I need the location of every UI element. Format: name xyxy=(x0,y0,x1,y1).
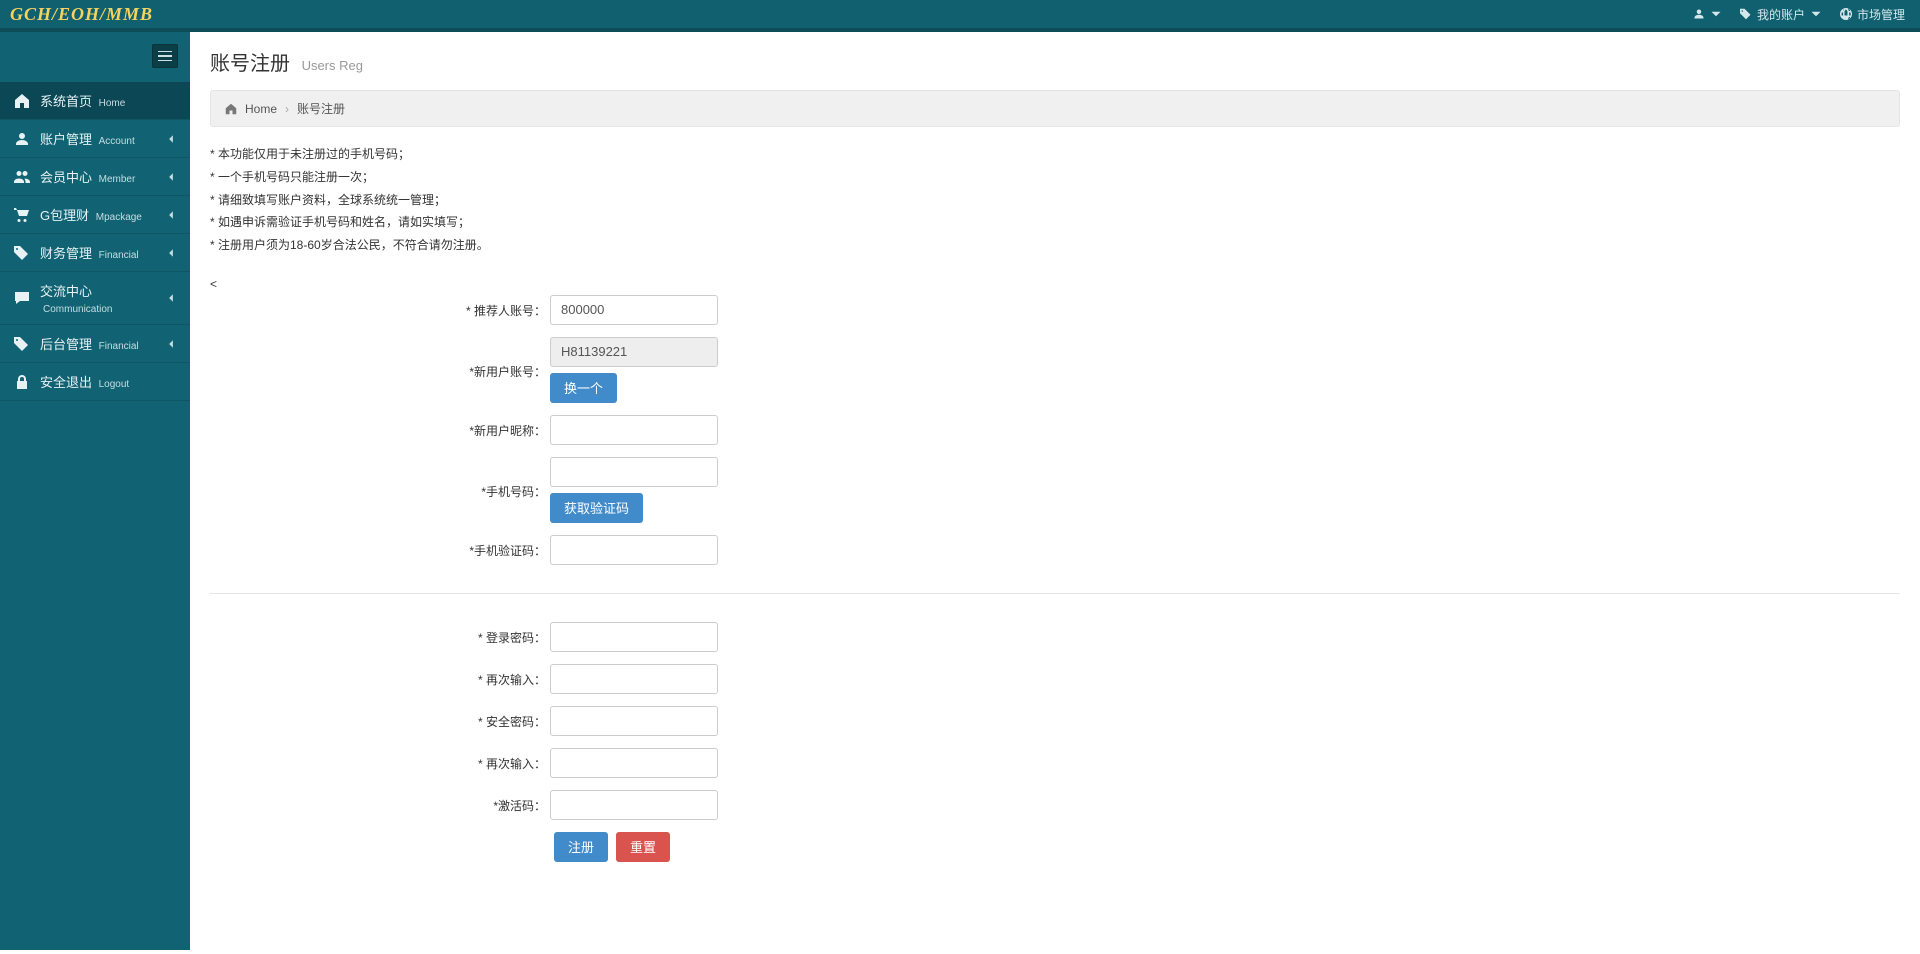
page-title: 账号注册 Users Reg xyxy=(210,47,1900,76)
input-referrer[interactable] xyxy=(550,295,718,325)
note-line: * 请细致填写账户资料，全球系统统一管理； xyxy=(210,189,1900,212)
globe-icon xyxy=(1840,8,1852,20)
input-safe-pwd2[interactable] xyxy=(550,748,718,778)
sidebar-item-label: 会员中心 Member xyxy=(40,167,166,186)
sidebar-item-3[interactable]: G包理财 Mpackage xyxy=(0,196,190,234)
topbar-right: 我的账户 市场管理 xyxy=(1693,6,1905,23)
tags-icon xyxy=(1740,8,1752,20)
chevron-left-icon xyxy=(166,172,176,182)
note-line: * 本功能仅用于未注册过的手机号码； xyxy=(210,143,1900,166)
page-subtitle: Users Reg xyxy=(302,58,363,73)
users-icon xyxy=(14,169,30,185)
label-phone-code: *手机验证码： xyxy=(210,535,550,559)
breadcrumb-separator: › xyxy=(285,102,289,116)
label-login-pwd: * 登录密码： xyxy=(210,622,550,646)
market-management-link[interactable]: 市场管理 xyxy=(1840,6,1905,23)
submit-button[interactable]: 注册 xyxy=(554,832,608,862)
input-nickname[interactable] xyxy=(550,415,718,445)
label-nickname: *新用户昵称： xyxy=(210,415,550,439)
sidebar-item-label: 系统首页 Home xyxy=(40,91,176,110)
tags-icon xyxy=(14,336,30,352)
row-login-pwd: * 登录密码： xyxy=(210,622,1900,652)
menu-toggle-wrap xyxy=(0,32,190,82)
stray-text: < xyxy=(210,277,1900,291)
input-login-pwd2[interactable] xyxy=(550,664,718,694)
row-referrer: * 推荐人账号： xyxy=(210,295,1900,325)
input-phone[interactable] xyxy=(550,457,718,487)
row-nickname: *新用户昵称： xyxy=(210,415,1900,445)
my-account-menu[interactable]: 我的账户 xyxy=(1740,6,1822,23)
sidebar-item-7[interactable]: 安全退出 Logout xyxy=(0,363,190,401)
cart-icon xyxy=(14,207,30,223)
row-phone: *手机号码： 获取验证码 xyxy=(210,457,1900,523)
chat-icon xyxy=(14,290,30,306)
change-account-button[interactable]: 换一个 xyxy=(550,373,617,403)
sidebar-nav: 系统首页 Home 账户管理 Account 会员中心 Member G包理财 Mpa… xyxy=(0,82,190,401)
input-new-account xyxy=(550,337,718,367)
market-mgmt-label: 市场管理 xyxy=(1857,6,1905,23)
row-activation: *激活码： xyxy=(210,790,1900,820)
sidebar-item-label: G包理财 Mpackage xyxy=(40,205,166,224)
chevron-left-icon xyxy=(166,210,176,220)
note-line: * 一个手机号码只能注册一次； xyxy=(210,166,1900,189)
sidebar-item-label: 安全退出 Logout xyxy=(40,372,176,391)
sidebar-item-4[interactable]: 财务管理 Financial xyxy=(0,234,190,272)
sidebar-item-label: 账户管理 Account xyxy=(40,129,166,148)
note-line: * 注册用户须为18-60岁合法公民，不符合请勿注册。 xyxy=(210,234,1900,257)
main-content: 账号注册 Users Reg Home › 账号注册 * 本功能仅用于未注册过的… xyxy=(190,32,1920,950)
sidebar-item-2[interactable]: 会员中心 Member xyxy=(0,158,190,196)
chevron-down-icon xyxy=(1710,8,1722,20)
row-safe-pwd2: * 再次输入： xyxy=(210,748,1900,778)
user-icon xyxy=(1693,8,1705,20)
menu-toggle-button[interactable] xyxy=(152,44,178,68)
sidebar-item-6[interactable]: 后台管理 Financial xyxy=(0,325,190,363)
breadcrumb-home[interactable]: Home xyxy=(245,102,277,116)
chevron-left-icon xyxy=(166,248,176,258)
notes-block: * 本功能仅用于未注册过的手机号码；* 一个手机号码只能注册一次；* 请细致填写… xyxy=(210,143,1900,257)
my-account-label: 我的账户 xyxy=(1757,6,1805,23)
sidebar-item-label: 财务管理 Financial xyxy=(40,243,166,262)
label-safe-pwd: * 安全密码： xyxy=(210,706,550,730)
top-navbar: GCH/EOH/MMB 我的账户 市场管理 xyxy=(0,0,1920,32)
note-line: * 如遇申诉需验证手机号码和姓名，请如实填写； xyxy=(210,211,1900,234)
user-icon xyxy=(14,131,30,147)
row-phone-code: *手机验证码： xyxy=(210,535,1900,565)
input-login-pwd[interactable] xyxy=(550,622,718,652)
sidebar-item-0[interactable]: 系统首页 Home xyxy=(0,82,190,120)
label-phone: *手机号码： xyxy=(210,457,550,500)
user-menu[interactable] xyxy=(1693,8,1722,20)
label-new-account: *新用户账号： xyxy=(210,337,550,380)
sidebar-item-label: 交流中心 Communication xyxy=(40,281,166,315)
lock-icon xyxy=(14,374,30,390)
chevron-left-icon xyxy=(166,339,176,349)
label-safe-pwd2: * 再次输入： xyxy=(210,748,550,772)
chevron-down-icon xyxy=(1810,8,1822,20)
brand-logo: GCH/EOH/MMB xyxy=(10,4,153,25)
reset-button[interactable]: 重置 xyxy=(616,832,670,862)
sidebar-item-5[interactable]: 交流中心 Communication xyxy=(0,272,190,325)
breadcrumb-current: 账号注册 xyxy=(297,100,345,117)
tags-icon xyxy=(14,245,30,261)
breadcrumb: Home › 账号注册 xyxy=(210,90,1900,127)
chevron-left-icon xyxy=(166,293,176,303)
sidebar-item-label: 后台管理 Financial xyxy=(40,334,166,353)
input-safe-pwd[interactable] xyxy=(550,706,718,736)
label-activation: *激活码： xyxy=(210,790,550,814)
sidebar: 系统首页 Home 账户管理 Account 会员中心 Member G包理财 Mpa… xyxy=(0,32,190,950)
get-code-button[interactable]: 获取验证码 xyxy=(550,493,643,523)
label-login-pwd2: * 再次输入： xyxy=(210,664,550,688)
form-actions: 注册 重置 xyxy=(554,832,1900,862)
home-icon xyxy=(225,103,237,115)
page-title-text: 账号注册 xyxy=(210,53,290,75)
chevron-left-icon xyxy=(166,134,176,144)
input-phone-code[interactable] xyxy=(550,535,718,565)
input-activation[interactable] xyxy=(550,790,718,820)
row-new-account: *新用户账号： 换一个 xyxy=(210,337,1900,403)
sidebar-item-1[interactable]: 账户管理 Account xyxy=(0,120,190,158)
label-referrer: * 推荐人账号： xyxy=(210,295,550,319)
form-divider xyxy=(210,593,1900,594)
row-safe-pwd: * 安全密码： xyxy=(210,706,1900,736)
home-icon xyxy=(14,93,30,109)
row-login-pwd2: * 再次输入： xyxy=(210,664,1900,694)
